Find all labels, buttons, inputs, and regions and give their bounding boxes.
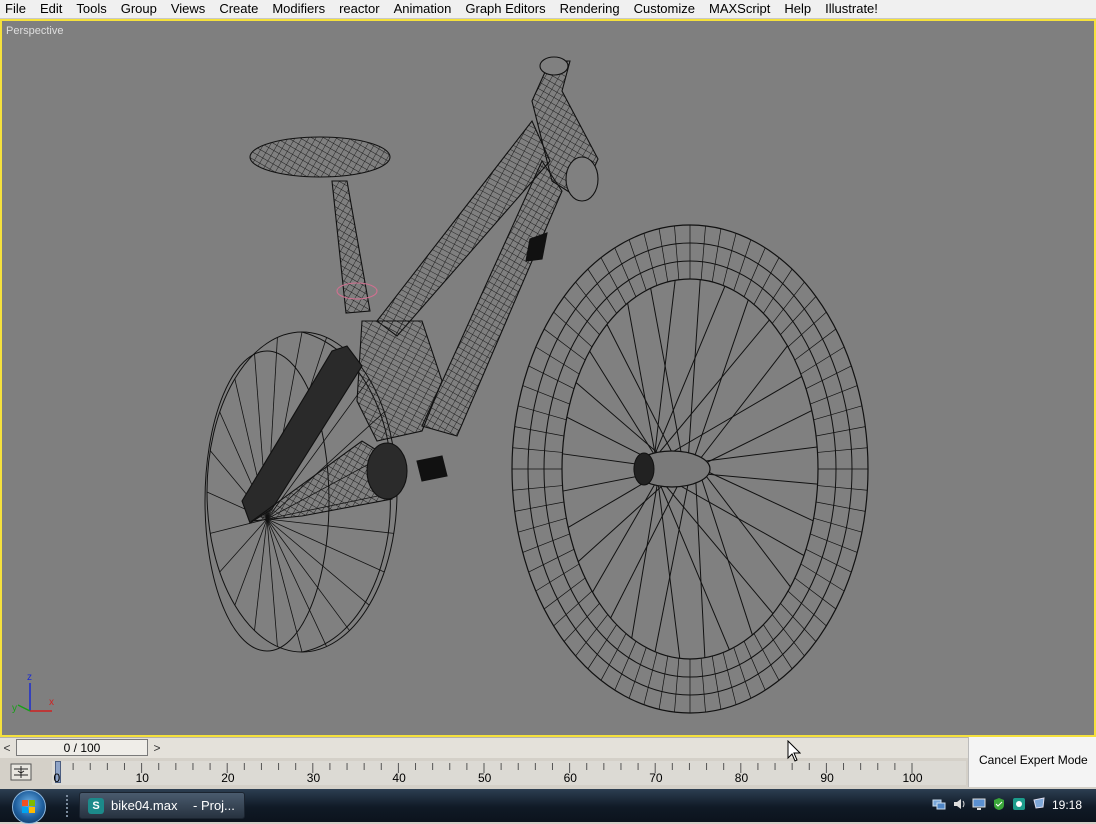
tick-label: 80 [734, 771, 749, 785]
taskbar-app-file: bike04.max [111, 798, 178, 813]
volume-icon[interactable] [952, 797, 966, 811]
windows-taskbar: S bike04.max - Proj... 19:18 [0, 789, 1096, 824]
tick-label: 70 [649, 771, 663, 785]
taskbar-app-button[interactable]: S bike04.max - Proj... [79, 792, 245, 819]
taskbar-app-project: - Proj... [193, 798, 235, 813]
bike-wireframe-model[interactable]: z y x [2, 21, 1094, 735]
menu-item-graph-editors[interactable]: Graph Editors [458, 0, 552, 18]
3dsmax-app-icon: S [88, 798, 104, 814]
network-icon[interactable] [932, 797, 946, 811]
cancel-expert-mode-button[interactable]: Cancel Expert Mode [979, 753, 1088, 767]
menu-item-create[interactable]: Create [212, 0, 265, 18]
perspective-viewport[interactable]: Perspective z y x [0, 19, 1096, 737]
mouse-cursor-icon [787, 740, 801, 762]
next-frame-button[interactable]: > [150, 740, 164, 756]
tick-label: 90 [820, 771, 834, 785]
track-bar[interactable]: 0 10 20 30 40 50 60 70 80 90 100 [52, 761, 966, 785]
expert-mode-panel: Cancel Expert Mode [968, 737, 1096, 787]
menu-item-illustrate[interactable]: Illustrate! [818, 0, 885, 18]
axis-gizmo-icon: z y x [12, 672, 54, 714]
front-wheel [511, 224, 869, 714]
menu-item-reactor[interactable]: reactor [332, 0, 386, 18]
security-icon[interactable] [992, 797, 1006, 811]
menu-item-group[interactable]: Group [114, 0, 164, 18]
tick-label: 20 [221, 771, 235, 785]
axis-x-label: x [49, 697, 54, 708]
tick-label: 10 [135, 771, 149, 785]
prev-frame-button[interactable]: < [0, 740, 14, 756]
menu-item-file[interactable]: File [0, 0, 33, 18]
time-slider[interactable]: < 0 / 100 > [0, 737, 968, 758]
tick-label: 60 [563, 771, 577, 785]
tick-label: 50 [478, 771, 492, 785]
tick-label: 0 [53, 771, 61, 785]
display-icon[interactable] [972, 797, 986, 811]
menu-item-tools[interactable]: Tools [69, 0, 113, 18]
time-slider-thumb[interactable]: 0 / 100 [16, 739, 148, 756]
app-tray-icon[interactable] [1012, 797, 1026, 811]
menu-item-views[interactable]: Views [164, 0, 212, 18]
track-bar-menu-icon[interactable] [10, 763, 32, 781]
menu-bar: File Edit Tools Group Views Create Modifiers re… [0, 0, 1096, 19]
menu-item-help[interactable]: Help [777, 0, 818, 18]
tick-label: 30 [306, 771, 321, 785]
start-button[interactable] [12, 790, 46, 824]
taskbar-grip[interactable] [66, 795, 72, 817]
menu-item-maxscript[interactable]: MAXScript [702, 0, 777, 18]
windows-logo-icon [22, 800, 35, 813]
menu-item-modifiers[interactable]: Modifiers [265, 0, 332, 18]
time-controls: < 0 / 100 > 0 10 20 30 40 50 60 70 80 90 100 [0, 737, 968, 787]
system-tray: 19:18 [928, 792, 1096, 819]
taskbar-clock[interactable]: 19:18 [1052, 792, 1082, 819]
menu-item-edit[interactable]: Edit [33, 0, 69, 18]
menu-item-rendering[interactable]: Rendering [553, 0, 627, 18]
track-bar-row: 0 10 20 30 40 50 60 70 80 90 100 [0, 759, 968, 787]
tick-label: 100 [902, 771, 923, 785]
menu-item-customize[interactable]: Customize [627, 0, 702, 18]
axis-z-label: z [27, 672, 32, 683]
tick-label: 40 [392, 771, 406, 785]
messenger-icon[interactable] [1032, 797, 1046, 811]
menu-item-animation[interactable]: Animation [387, 0, 459, 18]
axis-y-label: y [12, 703, 17, 714]
